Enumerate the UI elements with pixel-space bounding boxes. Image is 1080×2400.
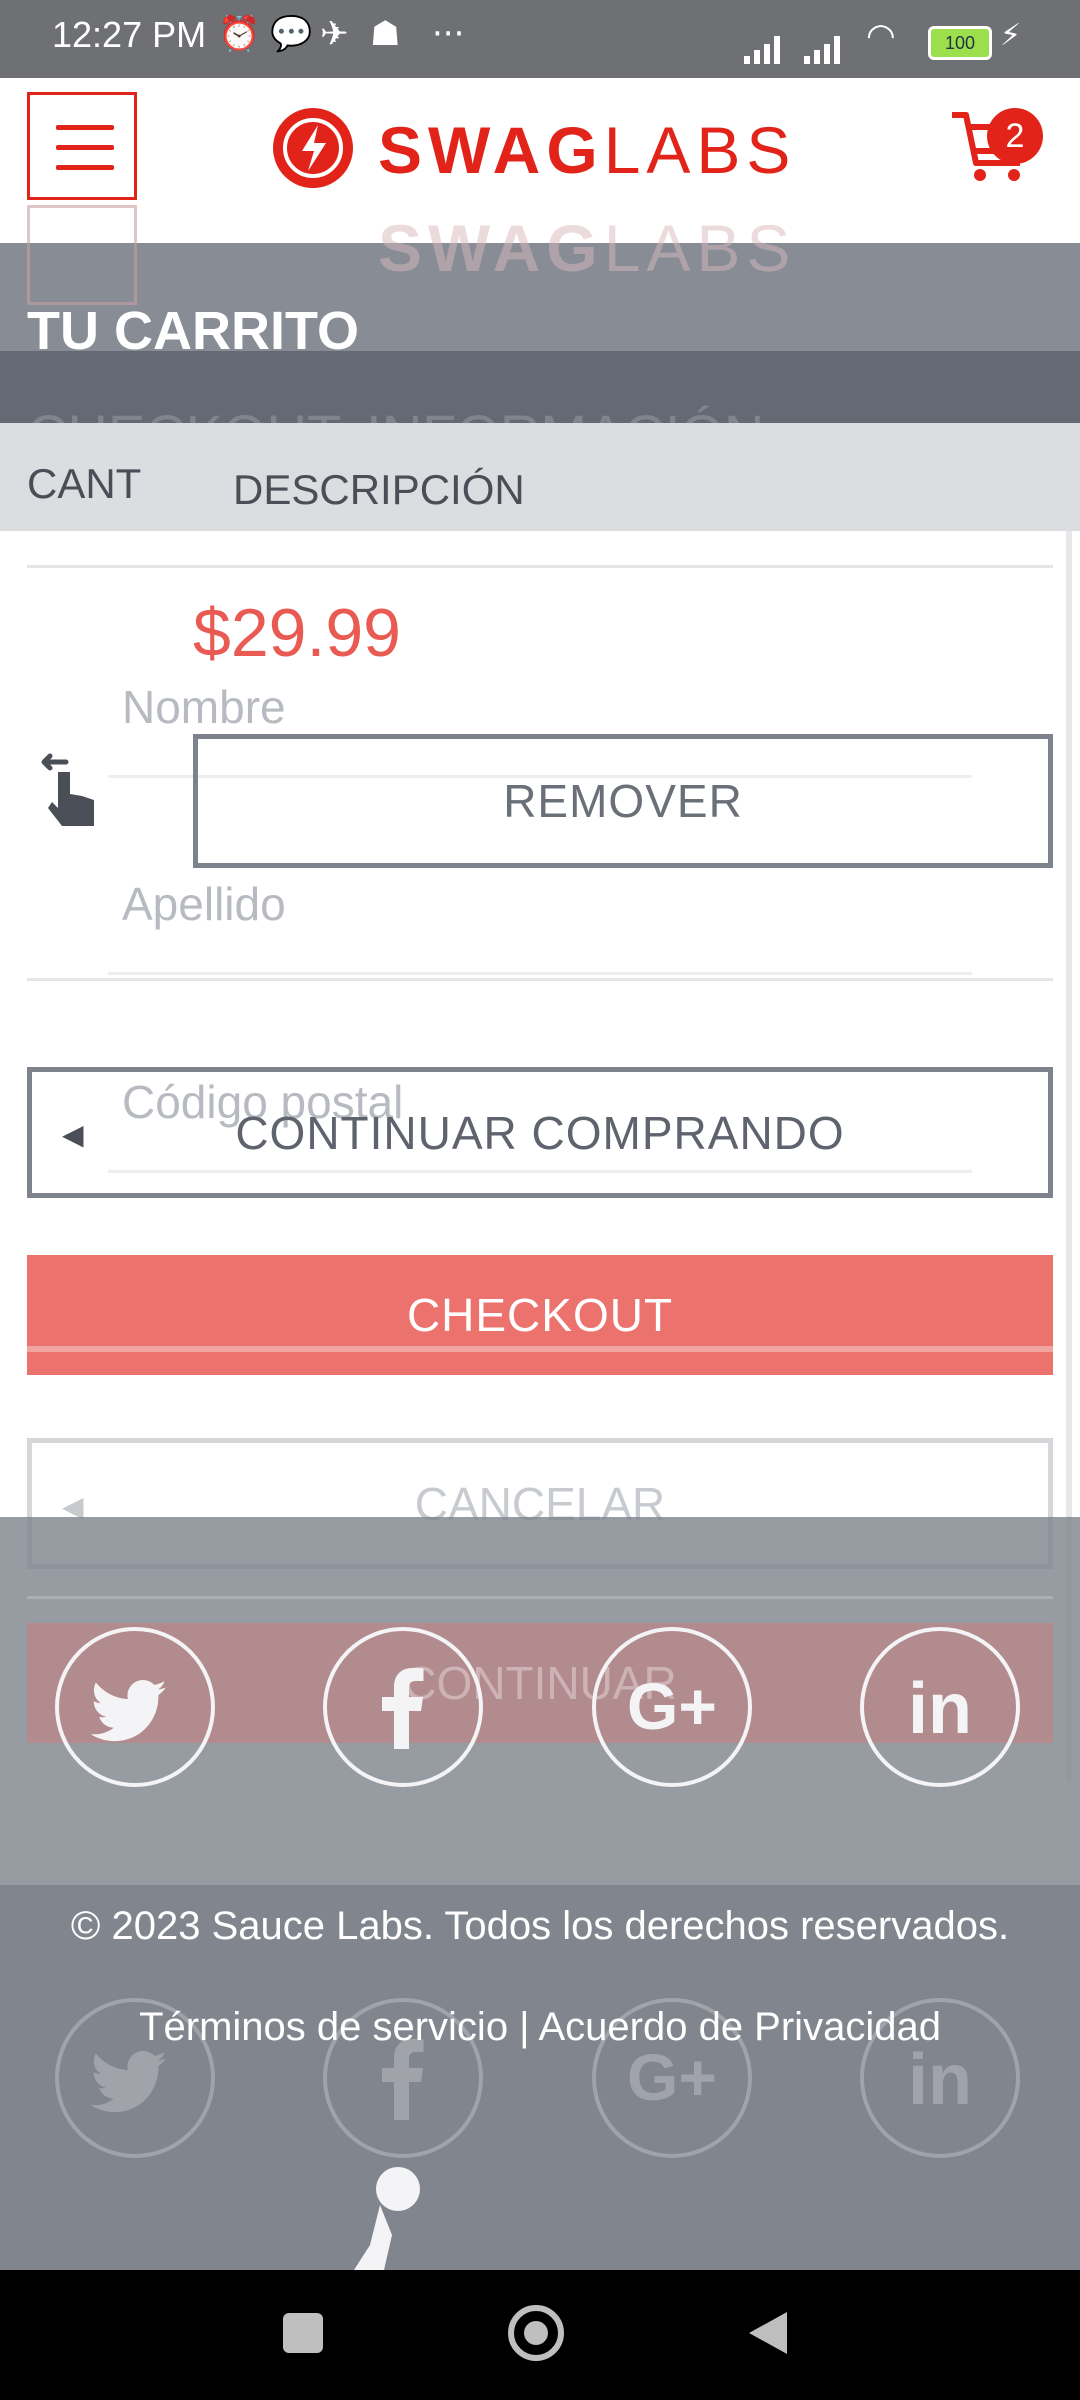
menu-button[interactable] <box>27 92 137 200</box>
telegram-icon: ✈ <box>320 14 349 54</box>
svg-text:G+: G+ <box>627 2040 717 2114</box>
svg-text:G+: G+ <box>627 1669 717 1743</box>
charging-icon: ⚡ <box>1000 18 1022 53</box>
divider <box>27 565 1053 568</box>
more-notifications-icon: ··· <box>432 14 465 54</box>
column-description: DESCRIPCIÓN <box>233 466 525 513</box>
svg-text:in: in <box>908 2040 972 2120</box>
ghost-linkedin-icon: in <box>860 1998 1020 2158</box>
teams-icon: ☗ <box>370 14 401 54</box>
ghost-menu-button <box>27 205 137 305</box>
ghost-input-underline <box>108 972 972 975</box>
cart-column-header <box>0 423 1080 531</box>
ghost-divider <box>27 1346 1053 1352</box>
ghost-google-plus-icon: G+ <box>592 1998 752 2158</box>
alarm-icon: ⏰ <box>218 14 261 54</box>
remove-item-button[interactable]: REMOVER <box>193 734 1053 868</box>
ghost-swaglabs-logo: SWAGLABS <box>378 211 797 285</box>
swag-bot-mascot-icon <box>354 2167 420 2270</box>
item-price: $29.99 <box>193 595 401 671</box>
linkedin-button[interactable]: in <box>860 1627 1020 1787</box>
divider <box>27 1596 1053 1599</box>
twitter-button[interactable] <box>55 1627 215 1787</box>
google-plus-icon: G+ <box>627 1669 717 1743</box>
divider <box>27 978 1053 981</box>
recent-apps-button[interactable] <box>283 2313 323 2353</box>
ghost-last-name-placeholder: Apellido <box>122 878 286 930</box>
swipe-gesture-icon <box>41 753 94 826</box>
google-plus-button[interactable]: G+ <box>592 1627 752 1787</box>
svg-text:in: in <box>908 1669 972 1749</box>
twitter-icon <box>90 1680 167 1742</box>
home-button[interactable] <box>508 2305 564 2361</box>
back-button[interactable] <box>745 2308 791 2358</box>
column-quantity: CANT <box>27 460 142 507</box>
back-arrow-icon: ◀ <box>62 1118 84 1151</box>
cart-count-badge: 2 <box>987 108 1043 164</box>
ghost-twitter-icon <box>55 1998 215 2158</box>
swaglabs-logo-icon <box>273 108 353 188</box>
ghost-first-name-placeholder: Nombre <box>122 681 286 733</box>
chat-icon: 💬 <box>270 14 313 54</box>
ghost-input-underline <box>108 1170 972 1173</box>
battery-icon: 100 <box>928 26 992 60</box>
swaglabs-logo: SWAGLABS <box>378 113 797 187</box>
copyright-text: © 2023 Sauce Labs. Todos los derechos re… <box>70 1904 1010 1948</box>
wifi-icon: ◠ <box>866 16 896 56</box>
linkedin-icon: in <box>908 1669 972 1749</box>
facebook-icon <box>382 1668 424 1749</box>
continue-shopping-button[interactable]: CONTINUAR COMPRANDO <box>27 1067 1053 1198</box>
facebook-button[interactable] <box>323 1627 483 1787</box>
ghost-facebook-icon <box>323 1998 483 2158</box>
status-time: 12:27 PM <box>52 14 207 55</box>
checkout-button[interactable]: CHECKOUT <box>27 1255 1053 1375</box>
